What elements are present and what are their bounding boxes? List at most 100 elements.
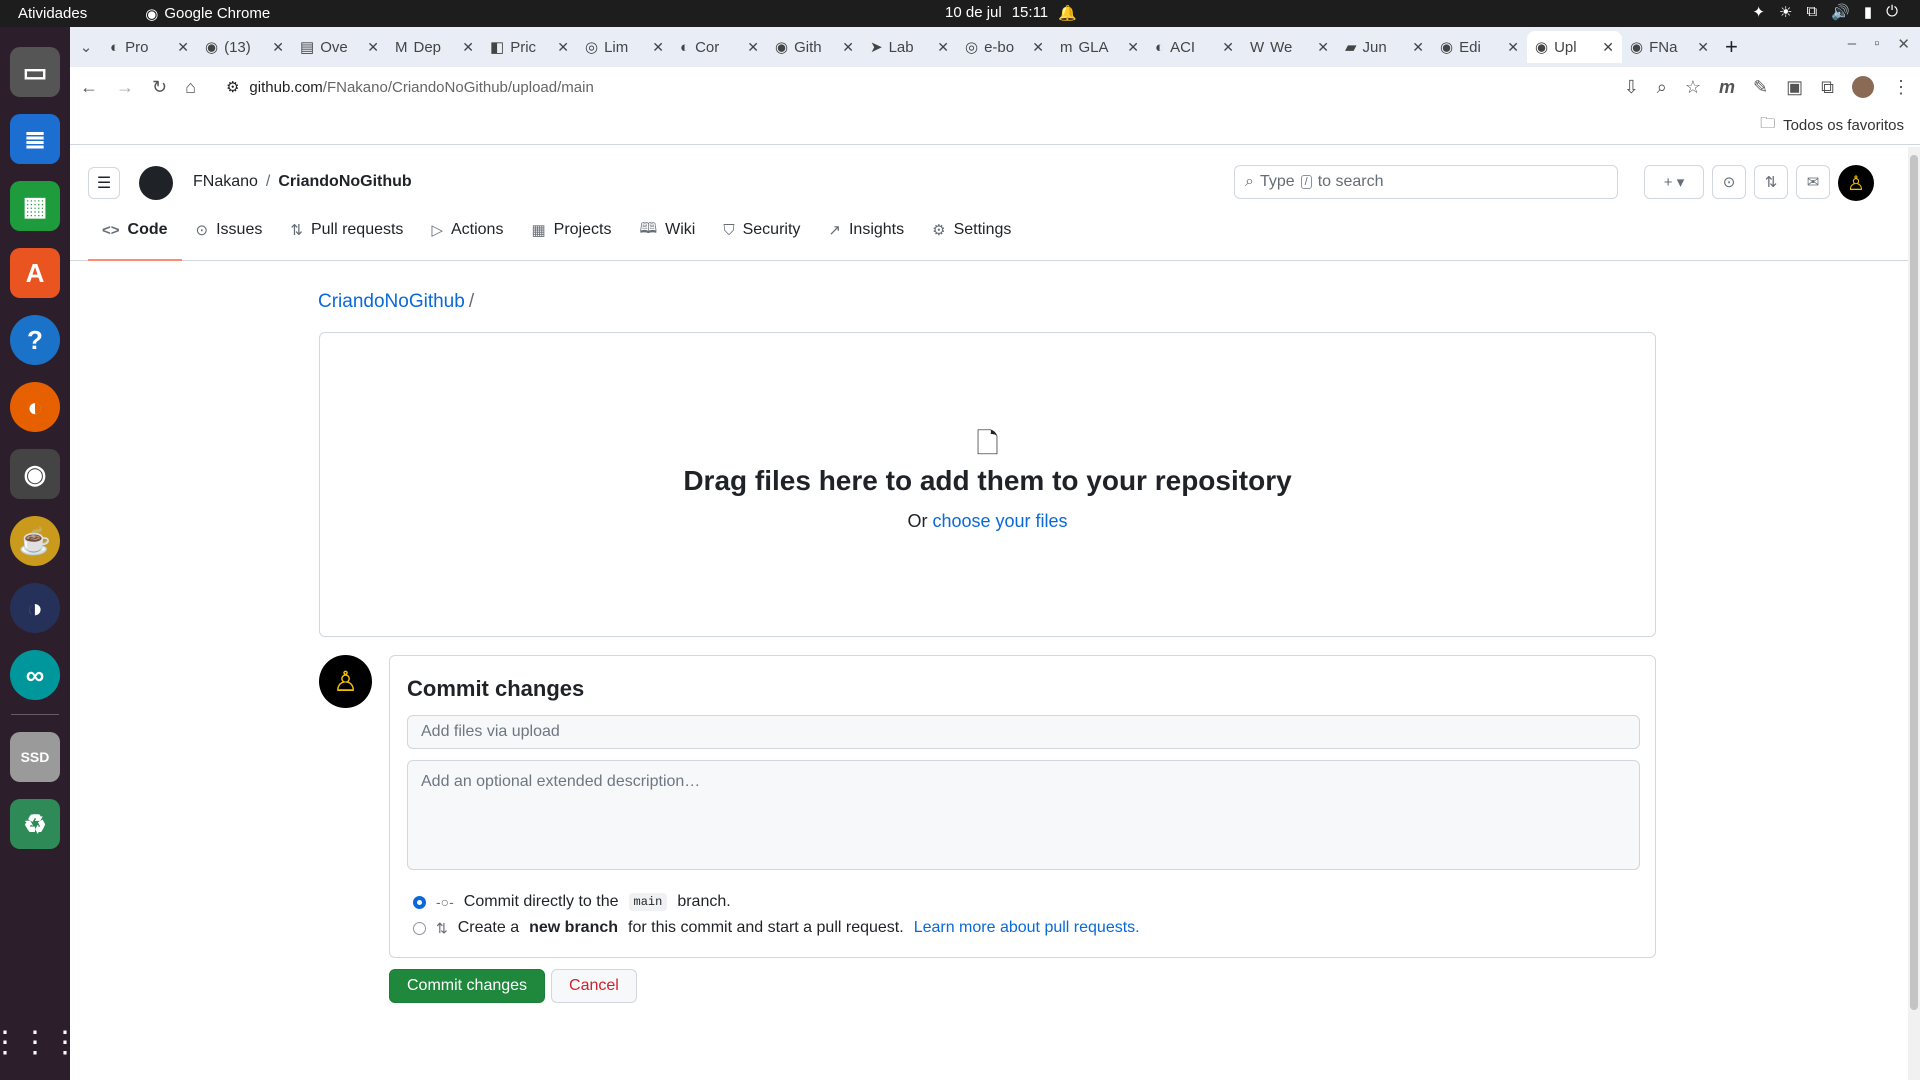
browser-tab[interactable]: ◐ ACI ✕ bbox=[1147, 31, 1242, 63]
tab-close-icon[interactable]: ✕ bbox=[1127, 39, 1139, 56]
close-window-icon[interactable]: ✕ bbox=[1897, 35, 1910, 53]
tab-close-icon[interactable]: ✕ bbox=[462, 39, 474, 56]
new-tab-button[interactable]: + bbox=[1725, 34, 1738, 60]
learn-more-link[interactable]: Learn more about pull requests. bbox=[914, 919, 1140, 937]
app-grid-icon[interactable]: ⋮⋮⋮ bbox=[0, 1025, 80, 1060]
tab-close-icon[interactable]: ✕ bbox=[652, 39, 664, 56]
commit-changes-button[interactable]: Commit changes bbox=[389, 969, 546, 1003]
maximize-icon[interactable]: ▫ bbox=[1874, 35, 1879, 53]
tab-wiki[interactable]: 🕮 Wiki bbox=[625, 215, 709, 245]
tab-code[interactable]: <> Code bbox=[88, 215, 182, 261]
writer-icon[interactable]: ≣ bbox=[10, 114, 60, 164]
tab-issues[interactable]: ⊙ Issues bbox=[182, 215, 277, 245]
inbox-button[interactable]: ✉ bbox=[1796, 165, 1830, 199]
tab-insights[interactable]: ↗ Insights bbox=[814, 215, 918, 245]
app-menu[interactable]: ◉ Google Chrome bbox=[145, 5, 270, 23]
minimize-icon[interactable]: – bbox=[1848, 35, 1856, 53]
trash-icon[interactable]: ♻ bbox=[10, 799, 60, 849]
tab-actions[interactable]: ▷ Actions bbox=[417, 215, 517, 245]
ssd-drive-icon[interactable]: SSD bbox=[10, 732, 60, 782]
forward-icon[interactable]: → bbox=[116, 77, 134, 98]
tab-settings[interactable]: ⚙ Settings bbox=[918, 215, 1025, 245]
extension-m-icon[interactable]: m bbox=[1719, 77, 1735, 98]
browser-tab[interactable]: ◉ Gith ✕ bbox=[767, 31, 862, 63]
tab-close-icon[interactable]: ✕ bbox=[747, 39, 759, 56]
help-icon[interactable]: ? bbox=[10, 315, 60, 365]
commit-message-input[interactable]: Add files via upload bbox=[407, 715, 1640, 749]
browser-tab[interactable]: ➤ Lab ✕ bbox=[862, 31, 957, 63]
browser-tab[interactable]: M Dep ✕ bbox=[387, 31, 482, 63]
tab-close-icon[interactable]: ✕ bbox=[272, 39, 284, 56]
clock[interactable]: 10 de jul 15:11 🔔 bbox=[945, 4, 1077, 22]
tab-close-icon[interactable]: ✕ bbox=[1032, 39, 1044, 56]
thonny-icon[interactable]: ☕ bbox=[10, 516, 60, 566]
scrollbar-thumb[interactable] bbox=[1910, 155, 1918, 1010]
tab-close-icon[interactable]: ✕ bbox=[177, 39, 189, 56]
browser-tab[interactable]: ▰ Jun ✕ bbox=[1337, 31, 1432, 63]
page-scrollbar[interactable] bbox=[1908, 147, 1920, 1080]
tab-close-icon[interactable]: ✕ bbox=[1412, 39, 1424, 56]
site-info-icon[interactable]: ⚙ bbox=[226, 78, 239, 96]
issues-button[interactable]: ⊙ bbox=[1712, 165, 1746, 199]
tab-projects[interactable]: ▦ Projects bbox=[517, 215, 625, 245]
extension-icon-2[interactable]: ✎ bbox=[1753, 77, 1768, 98]
browser-tab[interactable]: ◧ Pric ✕ bbox=[482, 31, 577, 63]
eclipse-icon[interactable]: ◑ bbox=[10, 583, 60, 633]
tab-close-icon[interactable]: ✕ bbox=[1222, 39, 1234, 56]
browser-tab[interactable]: ◐ Pro ✕ bbox=[102, 31, 197, 63]
github-logo-icon[interactable] bbox=[139, 166, 173, 200]
software-center-icon[interactable]: A bbox=[10, 248, 60, 298]
pull-requests-button[interactable]: ⇅ bbox=[1754, 165, 1788, 199]
browser-tab[interactable]: W We ✕ bbox=[1242, 31, 1337, 63]
bookmark-star-icon[interactable]: ☆ bbox=[1685, 77, 1701, 98]
browser-tab[interactable]: m GLA ✕ bbox=[1052, 31, 1147, 63]
tab-close-icon[interactable]: ✕ bbox=[1317, 39, 1329, 56]
commit-direct-option[interactable]: -○- Commit directly to the main branch. bbox=[413, 893, 731, 911]
browser-tab[interactable]: ◉ FNa ✕ bbox=[1622, 31, 1717, 63]
tab-close-icon[interactable]: ✕ bbox=[842, 39, 854, 56]
user-avatar[interactable]: ♙ bbox=[1838, 165, 1874, 201]
browser-tab[interactable]: ◎ Lim ✕ bbox=[577, 31, 672, 63]
extensions-puzzle-icon[interactable]: ⧉ bbox=[1821, 77, 1834, 98]
browser-tab[interactable]: ▤ Ove ✕ bbox=[292, 31, 387, 63]
chrome-dock-icon[interactable]: ◉ bbox=[10, 449, 60, 499]
profile-avatar[interactable] bbox=[1852, 76, 1874, 98]
system-tray[interactable]: ✦ ☀ ⧉ 🔊 ▮ ⏻ bbox=[1752, 3, 1898, 21]
calc-icon[interactable]: ▦ bbox=[10, 181, 60, 231]
arduino-icon[interactable]: ∞ bbox=[10, 650, 60, 700]
owner-link[interactable]: FNakano bbox=[193, 173, 258, 190]
reload-icon[interactable]: ↻ bbox=[152, 77, 167, 98]
new-branch-radio[interactable] bbox=[413, 921, 426, 935]
browser-tab[interactable]: ◉ Edi ✕ bbox=[1432, 31, 1527, 63]
files-icon[interactable]: ▭ bbox=[10, 47, 60, 97]
tab-pull-requests[interactable]: ⇅ Pull requests bbox=[276, 215, 417, 245]
tab-close-icon[interactable]: ✕ bbox=[937, 39, 949, 56]
back-icon[interactable]: ← bbox=[80, 77, 98, 98]
tab-close-icon[interactable]: ✕ bbox=[557, 39, 569, 56]
activities-button[interactable]: Atividades bbox=[18, 5, 87, 22]
commit-new-branch-option[interactable]: ⇅ Create a new branch for this commit an… bbox=[413, 919, 1140, 937]
tab-close-icon[interactable]: ✕ bbox=[367, 39, 379, 56]
commit-description-textarea[interactable]: Add an optional extended description… bbox=[407, 760, 1640, 870]
url-field[interactable]: ⚙ github.com/FNakano/CriandoNoGithub/uplo… bbox=[214, 70, 1606, 104]
choose-files-link[interactable]: choose your files bbox=[932, 511, 1067, 531]
firefox-icon[interactable]: ◐ bbox=[10, 382, 60, 432]
breadcrumb-repo-link[interactable]: CriandoNoGithub bbox=[318, 291, 465, 312]
browser-tab[interactable]: ◎ e-bo ✕ bbox=[957, 31, 1052, 63]
search-input[interactable]: ⌕ Type / to search bbox=[1234, 165, 1618, 199]
zoom-icon[interactable]: ⌕ bbox=[1657, 77, 1667, 98]
browser-tab[interactable]: ◉ (13) ✕ bbox=[197, 31, 292, 63]
browser-tab[interactable]: ◉ Upl ✕ bbox=[1527, 31, 1622, 63]
tab-search-icon[interactable]: ⌄ bbox=[70, 38, 102, 56]
create-new-button[interactable]: + ▾ bbox=[1644, 165, 1704, 199]
home-icon[interactable]: ⌂ bbox=[185, 77, 196, 98]
commit-direct-radio[interactable] bbox=[413, 895, 426, 909]
hamburger-menu-icon[interactable]: ☰ bbox=[88, 167, 120, 199]
tab-close-icon[interactable]: ✕ bbox=[1507, 39, 1519, 56]
tab-close-icon[interactable]: ✕ bbox=[1602, 39, 1614, 56]
tab-close-icon[interactable]: ✕ bbox=[1697, 39, 1709, 56]
chrome-menu-icon[interactable]: ⋮ bbox=[1892, 77, 1910, 98]
all-bookmarks-link[interactable]: Todos os favoritos bbox=[1783, 117, 1904, 134]
extension-icon-3[interactable]: ▣ bbox=[1786, 77, 1803, 98]
repo-link[interactable]: CriandoNoGithub bbox=[278, 173, 411, 190]
